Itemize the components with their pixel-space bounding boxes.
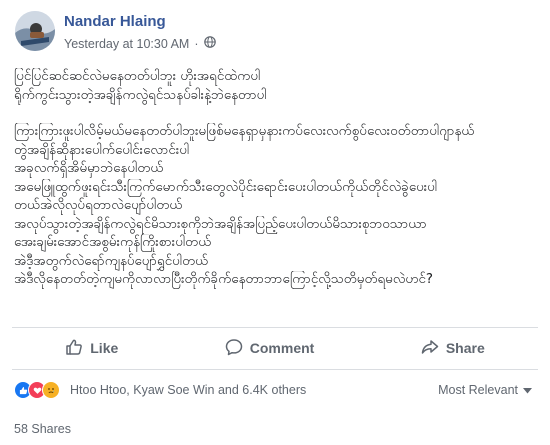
share-label: Share [445,340,485,356]
post-text-line: ပြင်ပြင်ဆင်ဆင်လဲမနေတတ်ပါဘူး ဟိုးအရင်ထဲကပ… [14,69,261,84]
facebook-post: Nandar Hlaing Yesterday at 10:30 AM · ပြ… [0,0,550,445]
post-text-line: အလုပ်သွားတဲ့အချိန်ကလွဲရင်မိသားစုကိုဘဲအချ… [14,216,427,232]
globe-icon[interactable] [203,36,216,51]
post-text-line: အဲဒီ့အတွက်လဲရော်ကျနပ်ပျော်ရွှင်ပါတယ် [14,253,209,269]
comment-sort-label: Most Relevant [438,383,518,397]
reactions-summary-text: Htoo Htoo, Kyaw Soe Win and 6.4K others [70,383,307,397]
post-meta: Yesterday at 10:30 AM · [64,36,216,51]
avatar-photo-icon [15,11,55,51]
post-text-line: အေးချမ်းအောင်အစွမ်းကုန်ကြိုးစားပါတယ် [14,235,212,250]
comment-icon [225,338,243,359]
author-name[interactable]: Nandar Hlaing [64,13,166,30]
reactions-summary[interactable]: Htoo Htoo, Kyaw Soe Win and 6.4K others [14,381,306,399]
separator-dot: · [194,36,199,51]
post-text-line: ရိုက်ကွင်းသွားတဲ့အချိန်ကလွဲရင်သနပ်ခါးနဲ့… [14,87,267,103]
caret-down-icon [523,383,532,397]
post-text-line: အခုလက်ရှိအိမ်မှာဘဲနေပါတယ် [14,161,164,176]
reaction-icons [14,381,60,399]
shares-count[interactable]: 58 Shares [14,422,71,436]
divider [12,369,538,370]
post-text: ပြင်ပြင်ဆင်ဆင်လဲမနေတတ်ပါဘူး ဟိုးအရင်ထဲကပ… [14,68,539,290]
like-label: Like [90,340,119,356]
post-timestamp[interactable]: Yesterday at 10:30 AM [64,37,189,51]
comment-button[interactable]: Comment [225,338,315,359]
post-text-line: တယ်အဲလိုလုပ်ရတာလဲပျော်ပါတယ် [14,198,183,213]
comment-label: Comment [249,340,315,356]
share-button[interactable]: Share [421,338,485,359]
post-text-line: ကြားကြားဖူးပါလိမ့်မယ်မနေတတ်ပါဘူးမဖြစ်မနေ… [14,124,475,139]
comment-sort-dropdown[interactable]: Most Relevant [438,383,532,397]
post-text-line: တွဲအချိန်ဆိုနားပေါက်ပေါင်းလောင်းပါ [14,142,190,158]
like-button[interactable]: Like [65,338,118,359]
action-bar: Like Comment Share [12,332,538,364]
divider [12,327,538,328]
post-text-line: အဲဒီလိုနေတတ်တဲ့ကျမကိုလာလာပြီးတိုက်ခိုက်န… [14,272,434,287]
avatar[interactable] [15,11,55,51]
sad-reaction-icon [42,381,60,399]
post-text-line: အမေဖြူထွက်ဖူးရင်းသီးကြက်မောက်သီးတွေလဲပို… [14,179,438,195]
share-arrow-icon [421,338,439,359]
thumbs-up-icon [65,338,83,359]
